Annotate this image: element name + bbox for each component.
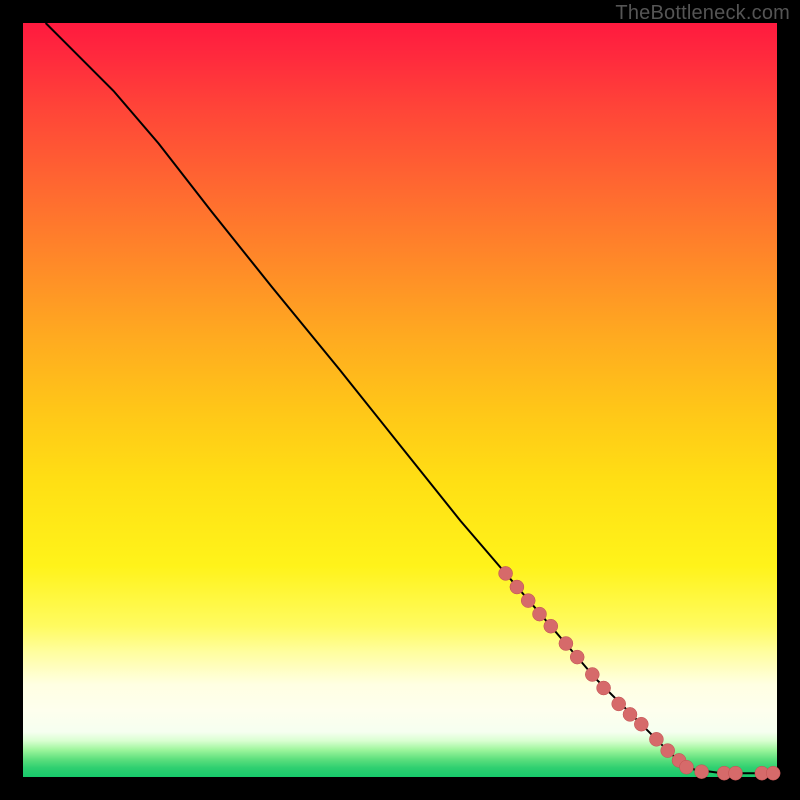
data-marker	[612, 697, 626, 711]
data-marker	[533, 607, 547, 621]
data-marker	[661, 744, 675, 758]
data-marker	[766, 766, 780, 780]
data-marker	[559, 637, 573, 651]
data-marker	[680, 760, 694, 774]
data-markers	[499, 566, 781, 780]
data-marker	[521, 594, 535, 608]
data-marker	[623, 707, 637, 721]
data-marker	[585, 668, 599, 682]
plot-area	[23, 23, 777, 777]
curve-overlay	[23, 23, 777, 777]
chart-frame: TheBottleneck.com	[0, 0, 800, 800]
data-marker	[499, 566, 513, 580]
data-marker	[570, 650, 584, 664]
data-marker	[510, 580, 524, 594]
data-marker	[634, 717, 648, 731]
data-marker	[544, 619, 558, 633]
data-marker	[597, 681, 611, 695]
watermark-text: TheBottleneck.com	[615, 2, 790, 25]
data-marker	[695, 765, 709, 779]
data-marker	[729, 766, 743, 780]
data-marker	[649, 732, 663, 746]
bottleneck-curve	[46, 23, 777, 773]
